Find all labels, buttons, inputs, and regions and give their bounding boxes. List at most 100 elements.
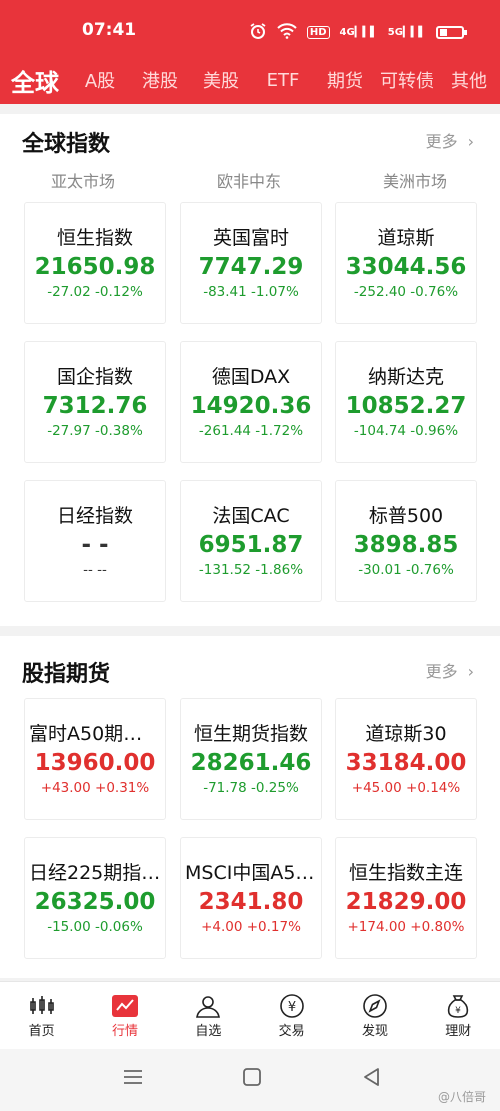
index-value: - - [81, 532, 109, 558]
system-nav-bar [0, 1049, 500, 1111]
status-bar: 07:41 HD 4G▎▍▌ 5G▎▍▌ [0, 18, 500, 46]
index-card[interactable]: 日经指数 - - -- -- [24, 480, 166, 602]
index-card[interactable]: 纳斯达克 10852.27 -104.74 -0.96% [335, 341, 477, 463]
region-asia-pacific[interactable]: 亚太市场 [0, 168, 166, 192]
home-square-icon[interactable] [242, 1067, 262, 1091]
index-card[interactable]: MSCI中国A50... 2341.80 +4.00 +0.17% [180, 837, 322, 959]
index-card[interactable]: 英国富时 7747.29 -83.41 -1.07% [180, 202, 322, 324]
nav-home-label: 首页 [28, 1024, 55, 1039]
index-card[interactable]: 标普500 3898.85 -30.01 -0.76% [335, 480, 477, 602]
index-name: 日经225期指主连 [29, 862, 165, 884]
index-change: -252.40 -0.76% [353, 284, 459, 300]
index-name: MSCI中国A50... [185, 862, 321, 884]
bottom-navigation: 首页 行情 自选 ¥ 交易 发现 ¥ 理财 [0, 981, 500, 1049]
index-name: 日经指数 [56, 505, 133, 527]
money-bag-icon: ¥ [417, 992, 500, 1020]
index-value: 7747.29 [198, 254, 304, 280]
tab-a-shares[interactable]: A股 [70, 67, 130, 93]
watermark: @八倍哥 [437, 1090, 486, 1104]
menu-icon[interactable] [122, 1067, 144, 1091]
svg-text:¥: ¥ [455, 1006, 461, 1016]
index-value: 28261.46 [190, 750, 312, 776]
index-name: 富时A50期指连续 [29, 723, 165, 745]
index-value: 21650.98 [34, 254, 156, 280]
nav-watchlist-label: 自选 [195, 1024, 222, 1039]
index-futures-section: 股指期货 更多 › 富时A50期指连续 13960.00 +43.00 +0.31% 恒… [0, 636, 500, 978]
index-change: +174.00 +0.80% [347, 919, 465, 935]
tab-hk-stocks[interactable]: 港股 [130, 67, 190, 93]
index-value: 7312.76 [42, 393, 148, 419]
nav-market-label: 行情 [111, 1024, 138, 1039]
region-emea[interactable]: 欧非中东 [166, 168, 332, 192]
index-name: 恒生指数主连 [348, 862, 463, 884]
index-value: 2341.80 [198, 889, 304, 915]
index-value: 26325.00 [34, 889, 156, 915]
signal-5g-icon: 5G▎▍▌ [387, 27, 426, 38]
global-indices-title: 全球指数 [22, 132, 111, 157]
region-headers: 亚太市场 欧非中东 美洲市场 [0, 168, 500, 192]
tab-convertible-bonds[interactable]: 可转债 [376, 67, 438, 93]
index-name: 纳斯达克 [367, 366, 444, 388]
region-americas[interactable]: 美洲市场 [332, 168, 498, 192]
svg-text:¥: ¥ [288, 1000, 296, 1015]
signal-4g-label: 4G [339, 27, 355, 38]
index-card[interactable]: 恒生指数主连 21829.00 +174.00 +0.80% [335, 837, 477, 959]
tab-us-stocks[interactable]: 美股 [190, 67, 252, 93]
hd-indicator: HD [306, 26, 330, 39]
back-triangle-icon[interactable] [362, 1067, 382, 1091]
index-change: +43.00 +0.31% [40, 780, 150, 796]
tab-futures[interactable]: 期货 [314, 67, 376, 93]
battery-icon [436, 26, 467, 39]
index-card[interactable]: 恒生指数 21650.98 -27.02 -0.12% [24, 202, 166, 324]
index-name: 国企指数 [56, 366, 133, 388]
signal-4g-icon: 4G▎▍▌ [339, 27, 378, 38]
tab-global[interactable]: 全球 [0, 63, 70, 98]
index-card[interactable]: 富时A50期指连续 13960.00 +43.00 +0.31% [24, 698, 166, 820]
nav-trade-label: 交易 [278, 1024, 305, 1039]
wifi-icon [277, 23, 297, 42]
nav-market[interactable]: 行情 [83, 982, 166, 1049]
top-header: 07:41 HD 4G▎▍▌ 5G▎▍▌ 全球 A股 港股 美股 ETF 期货 … [0, 0, 500, 104]
index-value: 13960.00 [34, 750, 156, 776]
index-change: -30.01 -0.76% [358, 562, 454, 578]
index-name: 标普500 [368, 505, 444, 527]
index-value: 33184.00 [345, 750, 467, 776]
index-name: 恒生期货指数 [193, 723, 308, 745]
index-change: -27.02 -0.12% [47, 284, 143, 300]
status-time: 07:41 [82, 20, 137, 40]
index-card[interactable]: 国企指数 7312.76 -27.97 -0.38% [24, 341, 166, 463]
market-tabs: 全球 A股 港股 美股 ETF 期货 可转债 其他 [0, 60, 500, 100]
index-card[interactable]: 日经225期指主连 26325.00 -15.00 -0.06% [24, 837, 166, 959]
index-name: 法国CAC [212, 505, 290, 527]
index-value: 21829.00 [345, 889, 467, 915]
compass-icon [333, 992, 416, 1020]
index-change: -131.52 -1.86% [198, 562, 304, 578]
index-card[interactable]: 恒生期货指数 28261.46 -71.78 -0.25% [180, 698, 322, 820]
index-futures-more-link[interactable]: 更多 › [426, 658, 474, 682]
person-icon [167, 992, 250, 1020]
signal-5g-label: 5G [387, 27, 403, 38]
nav-discover[interactable]: 发现 [333, 982, 416, 1049]
index-card[interactable]: 法国CAC 6951.87 -131.52 -1.86% [180, 480, 322, 602]
index-card[interactable]: 德国DAX 14920.36 -261.44 -1.72% [180, 341, 322, 463]
index-name: 英国富时 [212, 227, 289, 249]
tab-others[interactable]: 其他 [438, 67, 500, 93]
index-name: 恒生指数 [56, 227, 133, 249]
tab-etf[interactable]: ETF [252, 70, 314, 91]
index-name: 德国DAX [211, 366, 291, 388]
nav-home[interactable]: 首页 [0, 982, 83, 1049]
nav-trade[interactable]: ¥ 交易 [250, 982, 333, 1049]
nav-wealth[interactable]: ¥ 理财 [417, 982, 500, 1049]
index-card[interactable]: 道琼斯 33044.56 -252.40 -0.76% [335, 202, 477, 324]
chevron-right-icon: › [467, 132, 474, 151]
home-candlestick-icon [0, 992, 83, 1020]
index-change: -15.00 -0.06% [47, 919, 143, 935]
index-change: -27.97 -0.38% [47, 423, 143, 439]
global-indices-section: 全球指数 更多 › 亚太市场 欧非中东 美洲市场 恒生指数 21650.98 -27.… [0, 114, 500, 626]
market-chart-icon [83, 992, 166, 1020]
nav-watchlist[interactable]: 自选 [167, 982, 250, 1049]
index-card[interactable]: 道琼斯30 33184.00 +45.00 +0.14% [335, 698, 477, 820]
index-value: 3898.85 [353, 532, 459, 558]
index-name: 道琼斯30 [365, 723, 447, 745]
global-indices-more-link[interactable]: 更多 › [426, 128, 474, 152]
